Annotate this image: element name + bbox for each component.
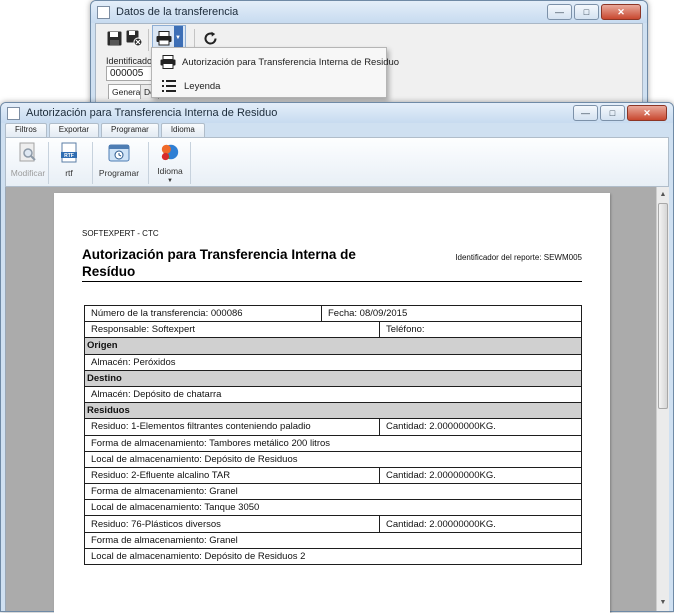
table-row: Local de almacenamiento: Depósito de Res… bbox=[83, 450, 583, 468]
minimize-button[interactable]: — bbox=[573, 105, 598, 121]
vertical-scrollbar[interactable]: ▲ ▼ bbox=[656, 187, 669, 611]
window-titlebar[interactable]: Datos de la transferencia — □ ✕ bbox=[91, 1, 647, 23]
minimize-button[interactable]: — bbox=[547, 4, 572, 20]
table-row: Almacén: Peróxidos bbox=[83, 353, 583, 371]
save-close-icon bbox=[126, 30, 142, 46]
maximize-button[interactable]: □ bbox=[574, 4, 599, 20]
report-page: SOFTEXPERT - CTC Autorización para Trans… bbox=[54, 193, 610, 613]
menu-item-transfer-authorization[interactable]: Autorización para Transferencia Interna … bbox=[152, 50, 399, 74]
print-dropdown-menu: Autorización para Transferencia Interna … bbox=[151, 47, 399, 98]
export-rtf-button[interactable]: RTF rtf bbox=[56, 140, 82, 184]
window-titlebar[interactable]: Autorización para Transferencia Interna … bbox=[1, 103, 673, 123]
destination-header: Destino bbox=[83, 369, 583, 387]
date-cell: Fecha: 08/09/2015 bbox=[320, 304, 583, 323]
menu-item-label: Leyenda bbox=[184, 80, 221, 92]
chevron-down-icon[interactable]: ▼ bbox=[167, 178, 173, 184]
quantity-cell: Cantidad: 2.00000000KG. bbox=[378, 466, 583, 485]
storage-form-cell: Forma de almacenamiento: Granel bbox=[83, 531, 583, 549]
rtf-label: rtf bbox=[65, 168, 73, 178]
report-preview-area[interactable]: SOFTEXPERT - CTC Autorización para Trans… bbox=[5, 187, 656, 613]
rtf-file-icon: RTF bbox=[61, 142, 77, 163]
residue-cell: Residuo: 1-Elementos filtrantes contenie… bbox=[84, 418, 380, 436]
report-identifier: Identificador del reporte: SEWM005 bbox=[455, 253, 582, 262]
close-button[interactable]: ✕ bbox=[627, 105, 667, 121]
report-title: Autorización para Transferencia Interna … bbox=[82, 247, 356, 279]
scroll-down-icon[interactable]: ▼ bbox=[657, 597, 669, 609]
title-divider bbox=[82, 281, 582, 282]
residue-cell: Residuo: 76-Plásticos diversos bbox=[84, 515, 380, 533]
table-row: Forma de almacenamiento: Tambores metáli… bbox=[83, 434, 583, 452]
table-row: Almacén: Depósito de chatarra bbox=[83, 385, 583, 404]
tab-filters[interactable]: Filtros bbox=[5, 123, 47, 137]
identifier-field[interactable]: 000005 bbox=[106, 66, 154, 81]
table-row: Responsable: Softexpert Teléfono: bbox=[84, 321, 583, 339]
svg-text:RTF: RTF bbox=[64, 153, 74, 159]
responsible-cell: Responsable: Softexpert bbox=[84, 321, 380, 339]
save-button[interactable] bbox=[104, 28, 124, 48]
menu-item-label: Autorización para Transferencia Interna … bbox=[182, 56, 400, 68]
table-row: Residuo: 76-Plásticos diversos Cantidad:… bbox=[84, 515, 583, 533]
residues-header: Residuos bbox=[83, 402, 583, 420]
destination-warehouse-cell: Almacén: Depósito de chatarra bbox=[83, 385, 583, 404]
storage-location-cell: Local de almacenamiento: Tanque 3050 bbox=[83, 499, 583, 517]
scrollbar-thumb[interactable] bbox=[658, 203, 668, 409]
menu-item-legend[interactable]: Leyenda bbox=[152, 74, 386, 98]
language-button[interactable]: Idioma ▼ bbox=[152, 140, 188, 184]
table-row: Local de almacenamiento: Depósito de Res… bbox=[83, 547, 583, 566]
section-header-row: Origen bbox=[83, 337, 583, 355]
quantity-cell: Cantidad: 2.00000000KG. bbox=[378, 515, 583, 533]
window-app-icon bbox=[7, 106, 20, 120]
transfer-details-table: Número de la transferencia: 000086 Fecha… bbox=[83, 304, 583, 566]
close-button[interactable]: ✕ bbox=[601, 4, 641, 20]
schedule-label: Programar bbox=[98, 168, 140, 178]
globe-language-icon bbox=[161, 144, 179, 161]
quantity-cell: Cantidad: 2.00000000KG. bbox=[378, 418, 583, 436]
refresh-button[interactable] bbox=[200, 28, 220, 48]
schedule-button[interactable]: Programar bbox=[98, 140, 140, 184]
window-app-icon bbox=[97, 5, 110, 19]
origin-header: Origen bbox=[83, 337, 583, 355]
table-row: Forma de almacenamiento: Granel bbox=[83, 483, 583, 501]
ribbon-tab-strip: Filtros Exportar Programar Idioma bbox=[5, 123, 669, 137]
save-icon bbox=[107, 31, 121, 45]
modify-label: Modificar bbox=[10, 168, 46, 178]
storage-form-cell: Forma de almacenamiento: Tambores metáli… bbox=[83, 434, 583, 452]
modify-button[interactable]: Modificar bbox=[10, 140, 46, 184]
language-label: Idioma bbox=[157, 166, 183, 176]
scroll-up-icon[interactable]: ▲ bbox=[657, 189, 669, 201]
tab-export[interactable]: Exportar bbox=[48, 123, 100, 137]
company-name: SOFTEXPERT - CTC bbox=[82, 229, 159, 238]
storage-form-cell: Forma de almacenamiento: Granel bbox=[83, 483, 583, 501]
section-header-row: Residuos bbox=[83, 402, 583, 420]
table-row: Número de la transferencia: 000086 Fecha… bbox=[84, 304, 583, 323]
tab-schedule[interactable]: Programar bbox=[101, 123, 159, 137]
phone-cell: Teléfono: bbox=[378, 321, 583, 339]
window-title: Autorización para Transferencia Interna … bbox=[26, 107, 278, 119]
table-row: Residuo: 2-Efluente alcalino TAR Cantida… bbox=[84, 466, 583, 485]
maximize-button[interactable]: □ bbox=[600, 105, 625, 121]
list-icon bbox=[160, 78, 178, 94]
printer-icon bbox=[160, 54, 176, 70]
tab-language[interactable]: Idioma bbox=[160, 123, 205, 137]
storage-location-cell: Local de almacenamiento: Depósito de Res… bbox=[83, 547, 583, 566]
transfer-number-cell: Número de la transferencia: 000086 bbox=[84, 304, 322, 323]
table-row: Residuo: 1-Elementos filtrantes contenie… bbox=[84, 418, 583, 436]
residue-cell: Residuo: 2-Efluente alcalino TAR bbox=[84, 466, 380, 485]
table-row: Forma de almacenamiento: Granel bbox=[83, 531, 583, 549]
window-title: Datos de la transferencia bbox=[116, 6, 239, 18]
magnifier-document-icon bbox=[19, 142, 36, 162]
schedule-clock-icon bbox=[108, 144, 130, 162]
storage-location-cell: Local de almacenamiento: Depósito de Res… bbox=[83, 450, 583, 468]
printer-icon bbox=[156, 30, 171, 45]
refresh-icon bbox=[204, 31, 217, 44]
ribbon-toolbar: Modificar RTF rtf Programar Idioma ▼ bbox=[5, 137, 669, 187]
table-row: Local de almacenamiento: Tanque 3050 bbox=[83, 499, 583, 517]
report-viewer-window: Autorización para Transferencia Interna … bbox=[0, 102, 674, 613]
origin-warehouse-cell: Almacén: Peróxidos bbox=[83, 353, 583, 371]
section-header-row: Destino bbox=[83, 369, 583, 387]
save-and-close-button[interactable] bbox=[124, 28, 144, 48]
